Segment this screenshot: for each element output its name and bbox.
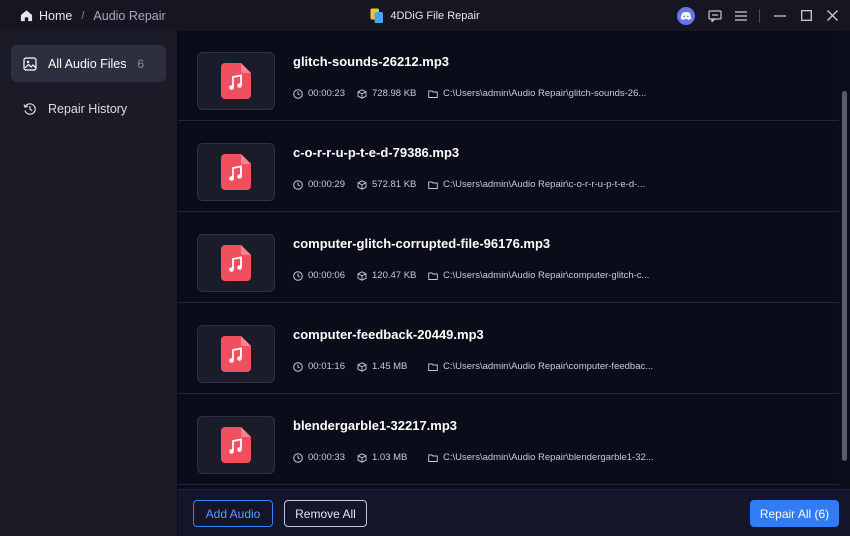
audio-file-icon (221, 154, 251, 190)
history-icon (23, 102, 36, 115)
file-path: C:\Users\admin\Audio Repair\computer-gli… (443, 270, 650, 281)
home-icon[interactable] (20, 9, 33, 22)
file-thumbnail (197, 325, 275, 383)
file-size: 572.81 KB (372, 179, 417, 190)
sidebar-item-label: All Audio Files (48, 56, 127, 71)
file-meta: 00:00:06 120.47 KB C:\Users\admin\Audio … (293, 270, 649, 281)
minimize-icon[interactable] (768, 4, 792, 28)
remove-all-button[interactable]: Remove All (284, 500, 367, 527)
file-duration: 00:00:23 (308, 88, 345, 99)
folder-icon (428, 454, 438, 462)
file-meta: 00:00:29 572.81 KB C:\Users\admin\Audio … (293, 179, 645, 190)
clock-icon (293, 452, 303, 463)
breadcrumb-separator: / (81, 9, 85, 22)
audio-file-icon (221, 63, 251, 99)
audio-file-icon (221, 427, 251, 463)
window-controls (677, 0, 850, 31)
image-icon (23, 56, 37, 71)
folder-icon (428, 363, 438, 371)
file-path: C:\Users\admin\Audio Repair\c-o-r-r-u-p-… (443, 179, 646, 190)
menu-icon[interactable] (729, 4, 753, 28)
list-item[interactable]: c-o-r-r-u-p-t-e-d-79386.mp3 00:00:29 572… (178, 122, 839, 212)
clock-icon (293, 179, 303, 190)
cube-icon (357, 270, 367, 281)
list-item[interactable]: computer-glitch-corrupted-file-96176.mp3… (178, 213, 839, 303)
folder-icon (428, 90, 438, 98)
sidebar: All Audio Files 6 Repair History (0, 31, 177, 536)
scrollbar[interactable] (839, 31, 850, 489)
file-path: C:\Users\admin\Audio Repair\blendergarbl… (443, 452, 654, 463)
folder-icon (428, 181, 438, 189)
cube-icon (357, 361, 367, 372)
file-duration: 00:00:33 (308, 452, 345, 463)
file-count-badge: 6 (137, 56, 144, 71)
file-name: glitch-sounds-26212.mp3 (293, 54, 450, 69)
repair-all-button[interactable]: Repair All (6) (750, 500, 839, 527)
file-path: C:\Users\admin\Audio Repair\glitch-sound… (443, 88, 647, 99)
sidebar-item-label: Repair History (48, 101, 128, 116)
list-item[interactable]: computer-feedback-20449.mp3 00:01:16 1.4… (178, 304, 839, 394)
file-size: 728.98 KB (372, 88, 417, 99)
cube-icon (357, 179, 367, 190)
audio-file-icon (221, 336, 251, 372)
title-bar: Home / Audio Repair 4DDiG File Repair (0, 0, 850, 31)
file-thumbnail (197, 52, 275, 110)
cube-icon (357, 88, 367, 99)
file-size: 120.47 KB (372, 270, 417, 281)
file-thumbnail (197, 234, 275, 292)
sidebar-item-all-audio-files[interactable]: All Audio Files 6 (11, 45, 166, 82)
scrollbar-thumb[interactable] (842, 91, 847, 461)
clock-icon (293, 361, 303, 372)
file-duration: 00:01:16 (308, 361, 345, 372)
file-size: 1.03 MB (372, 452, 408, 463)
file-meta: 00:01:16 1.45 MB C:\Users\admin\Audio Re… (293, 361, 653, 372)
file-list: glitch-sounds-26212.mp3 00:00:23 728.98 … (178, 31, 839, 489)
clock-icon (293, 88, 303, 99)
file-thumbnail (197, 143, 275, 201)
app-title-text: 4DDiG File Repair (390, 9, 480, 22)
maximize-icon[interactable] (794, 4, 818, 28)
list-item[interactable]: glitch-sounds-26212.mp3 00:00:23 728.98 … (178, 31, 839, 121)
clock-icon (293, 270, 303, 281)
file-path: C:\Users\admin\Audio Repair\computer-fee… (443, 361, 654, 372)
add-audio-button[interactable]: Add Audio (193, 500, 273, 527)
file-meta: 00:00:23 728.98 KB C:\Users\admin\Audio … (293, 88, 646, 99)
sidebar-item-repair-history[interactable]: Repair History (11, 90, 166, 127)
audio-file-icon (221, 245, 251, 281)
file-thumbnail (197, 416, 275, 474)
footer-toolbar: Add Audio Remove All Repair All (6) (178, 489, 850, 536)
controls-divider (759, 8, 760, 23)
list-item[interactable]: blendergarble1-32217.mp3 00:00:33 1.03 M… (178, 395, 839, 485)
file-name: c-o-r-r-u-p-t-e-d-79386.mp3 (293, 145, 460, 160)
file-size: 1.45 MB (372, 361, 408, 372)
close-icon[interactable] (820, 4, 844, 28)
discord-icon[interactable] (677, 6, 695, 25)
file-name: computer-feedback-20449.mp3 (293, 327, 484, 342)
file-name: computer-glitch-corrupted-file-96176.mp3 (293, 236, 551, 251)
file-duration: 00:00:29 (308, 179, 345, 190)
breadcrumb-current: Audio Repair (93, 8, 166, 23)
file-meta: 00:00:33 1.03 MB C:\Users\admin\Audio Re… (293, 452, 654, 463)
cube-icon (357, 452, 367, 463)
app-logo-icon (370, 8, 384, 23)
feedback-icon[interactable] (703, 4, 727, 28)
breadcrumb: Home / Audio Repair (20, 9, 166, 23)
breadcrumb-home[interactable]: Home (39, 9, 72, 23)
file-name: blendergarble1-32217.mp3 (293, 418, 458, 433)
folder-icon (428, 272, 438, 280)
file-duration: 00:00:06 (308, 270, 345, 281)
